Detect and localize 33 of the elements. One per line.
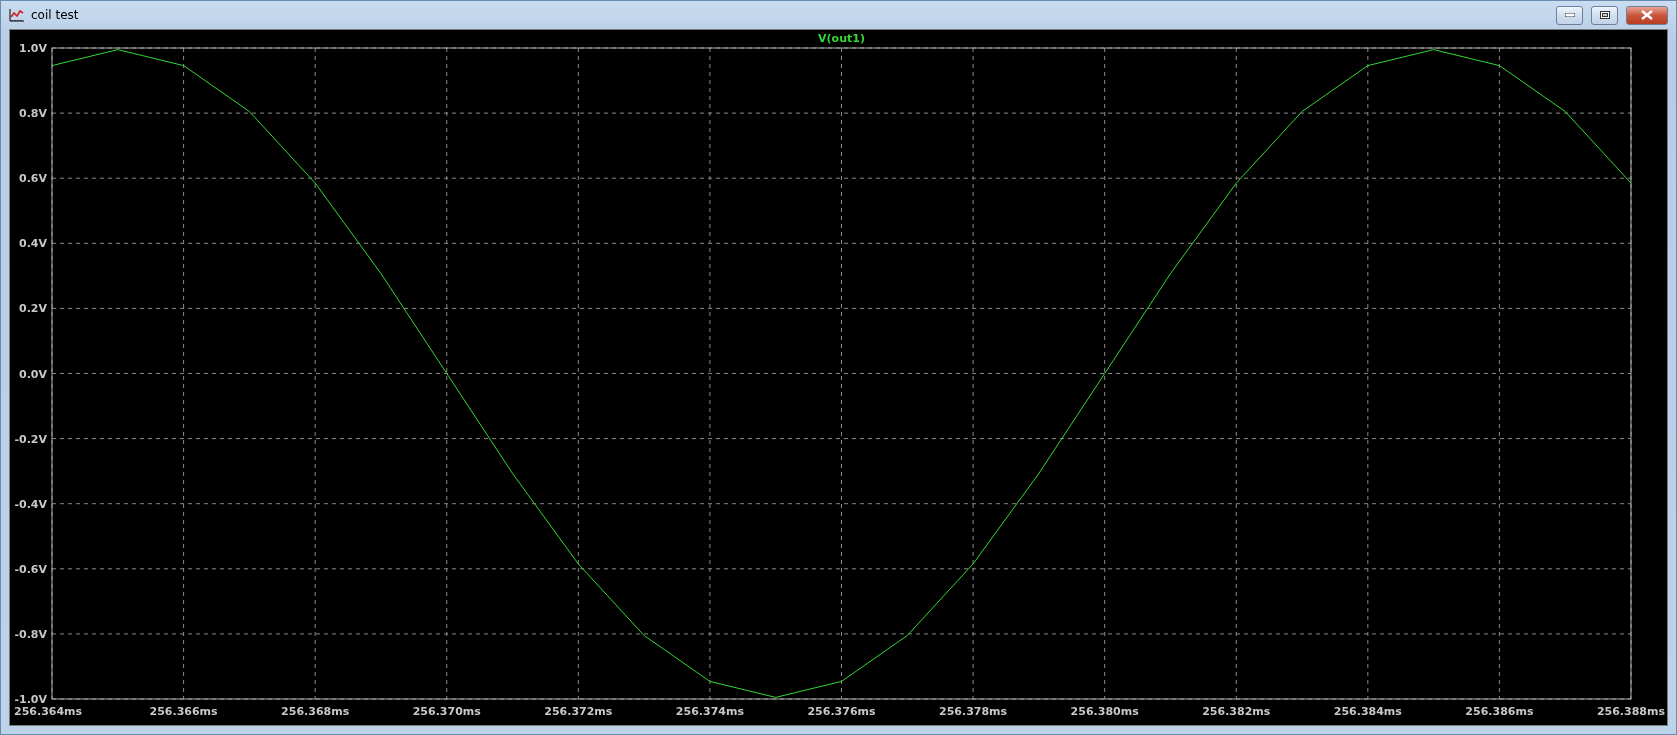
window-title: coil test: [31, 8, 80, 22]
x-tick-label: 256.382ms: [1202, 705, 1271, 718]
y-tick-label: 0.0V: [19, 367, 47, 381]
minimize-icon: [1564, 13, 1575, 17]
y-tick-label: -0.8V: [14, 627, 47, 641]
x-tick-label: 256.378ms: [939, 705, 1008, 718]
y-tick-label: -0.2V: [14, 432, 47, 446]
x-tick-label: 256.376ms: [807, 705, 876, 718]
waveform-icon: [9, 8, 25, 22]
trace-label[interactable]: V(out1): [818, 32, 865, 45]
x-tick-label: 256.388ms: [1596, 705, 1665, 718]
x-tick-label: 256.366ms: [149, 705, 218, 718]
y-tick-label: -0.4V: [14, 497, 47, 511]
x-tick-label: 256.370ms: [412, 705, 481, 718]
x-tick-label: 256.364ms: [14, 705, 83, 718]
x-tick-label: 256.368ms: [281, 705, 350, 718]
y-tick-label: -0.6V: [14, 562, 47, 576]
close-icon: [1641, 10, 1653, 20]
x-tick-label: 256.374ms: [675, 705, 744, 718]
minimize-button[interactable]: [1556, 5, 1583, 25]
x-tick-label: 256.380ms: [1070, 705, 1139, 718]
y-tick-label: 0.4V: [19, 237, 47, 251]
y-tick-label: 0.8V: [19, 107, 47, 121]
maximize-icon: [1599, 11, 1610, 19]
y-tick-label: 1.0V: [19, 42, 47, 55]
y-tick-label: 0.6V: [19, 172, 47, 186]
x-tick-label: 256.386ms: [1465, 705, 1534, 718]
y-tick-label: -1.0V: [14, 693, 47, 706]
close-button[interactable]: [1626, 5, 1668, 25]
x-tick-label: 256.384ms: [1333, 705, 1402, 718]
x-tick-label: 256.372ms: [544, 705, 613, 718]
y-tick-label: 0.2V: [19, 302, 47, 316]
maximize-button[interactable]: [1591, 5, 1618, 25]
